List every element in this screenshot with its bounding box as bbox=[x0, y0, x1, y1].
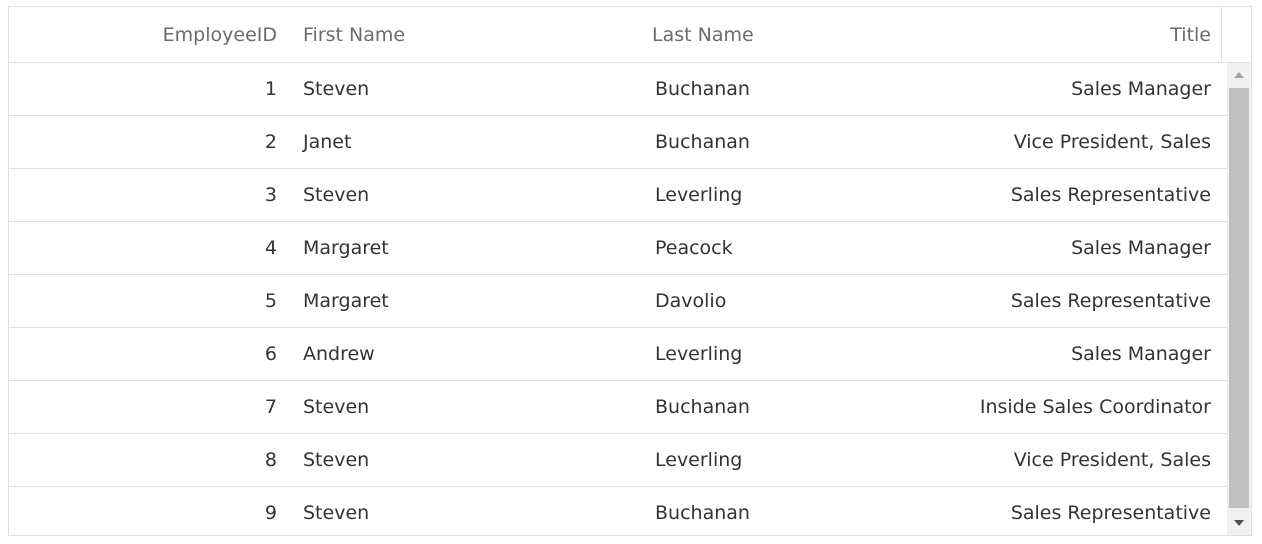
cell-employee-id: 7 bbox=[264, 396, 277, 418]
table-row[interactable]: 5 Margaret Davolio Sales Representative bbox=[9, 275, 1227, 328]
cell-first-name: Andrew bbox=[303, 343, 375, 365]
employee-grid: EmployeeID First Name Last Name Title 1 … bbox=[8, 6, 1252, 536]
cell-title: Sales Representative bbox=[1010, 290, 1211, 312]
cell-title: Sales Representative bbox=[1010, 184, 1211, 206]
table-row[interactable]: 9 Steven Buchanan Sales Representative bbox=[9, 487, 1227, 535]
cell-first-name: Margaret bbox=[303, 290, 389, 312]
column-header-employee-id[interactable]: EmployeeID bbox=[9, 7, 277, 63]
cell-last-name: Leverling bbox=[655, 184, 743, 206]
cell-last-name: Buchanan bbox=[655, 131, 750, 153]
cell-title: Vice President, Sales bbox=[1013, 449, 1211, 471]
cell-first-name: Margaret bbox=[303, 237, 389, 259]
cell-employee-id: 6 bbox=[264, 343, 277, 365]
vertical-scrollbar[interactable] bbox=[1227, 63, 1251, 535]
column-header-last-name[interactable]: Last Name bbox=[652, 7, 942, 63]
cell-first-name: Steven bbox=[303, 449, 370, 471]
table-row[interactable]: 3 Steven Leverling Sales Representative bbox=[9, 169, 1227, 222]
cell-employee-id: 2 bbox=[264, 131, 277, 153]
scrollbar-thumb[interactable] bbox=[1229, 88, 1249, 508]
cell-title: Inside Sales Coordinator bbox=[979, 396, 1211, 418]
table-row[interactable]: 8 Steven Leverling Vice President, Sales bbox=[9, 434, 1227, 487]
grid-header: EmployeeID First Name Last Name Title bbox=[9, 7, 1221, 63]
cell-first-name: Steven bbox=[303, 184, 370, 206]
cell-title: Sales Manager bbox=[1071, 343, 1211, 365]
cell-last-name: Peacock bbox=[655, 237, 733, 259]
scroll-up-button[interactable] bbox=[1227, 63, 1251, 87]
cell-last-name: Buchanan bbox=[655, 502, 750, 524]
cell-title: Sales Representative bbox=[1010, 502, 1211, 524]
cell-employee-id: 3 bbox=[264, 184, 277, 206]
table-row[interactable]: 4 Margaret Peacock Sales Manager bbox=[9, 222, 1227, 275]
column-header-title[interactable]: Title bbox=[909, 7, 1211, 63]
table-row[interactable]: 7 Steven Buchanan Inside Sales Coordinat… bbox=[9, 381, 1227, 434]
cell-first-name: Steven bbox=[303, 78, 370, 100]
table-row[interactable]: 1 Steven Buchanan Sales Manager bbox=[9, 63, 1227, 116]
cell-first-name: Janet bbox=[303, 131, 352, 153]
cell-employee-id: 5 bbox=[264, 290, 277, 312]
cell-last-name: Leverling bbox=[655, 343, 743, 365]
scroll-down-button[interactable] bbox=[1227, 511, 1251, 535]
cell-employee-id: 4 bbox=[264, 237, 277, 259]
header-scrollbar-spacer bbox=[1221, 7, 1251, 63]
cell-last-name: Buchanan bbox=[655, 396, 750, 418]
column-header-first-name[interactable]: First Name bbox=[303, 7, 633, 63]
table-row[interactable]: 6 Andrew Leverling Sales Manager bbox=[9, 328, 1227, 381]
cell-title: Vice President, Sales bbox=[1013, 131, 1211, 153]
table-row[interactable]: 2 Janet Buchanan Vice President, Sales bbox=[9, 116, 1227, 169]
cell-last-name: Leverling bbox=[655, 449, 743, 471]
cell-last-name: Buchanan bbox=[655, 78, 750, 100]
cell-title: Sales Manager bbox=[1071, 78, 1211, 100]
cell-employee-id: 1 bbox=[264, 78, 277, 100]
grid-body: 1 Steven Buchanan Sales Manager 2 Janet … bbox=[9, 63, 1227, 535]
cell-first-name: Steven bbox=[303, 502, 370, 524]
cell-title: Sales Manager bbox=[1071, 237, 1211, 259]
cell-last-name: Davolio bbox=[655, 290, 727, 312]
cell-employee-id: 8 bbox=[264, 449, 277, 471]
arrow-up-icon bbox=[1234, 72, 1244, 78]
cell-employee-id: 9 bbox=[264, 502, 277, 524]
cell-first-name: Steven bbox=[303, 396, 370, 418]
arrow-down-icon bbox=[1234, 520, 1244, 526]
